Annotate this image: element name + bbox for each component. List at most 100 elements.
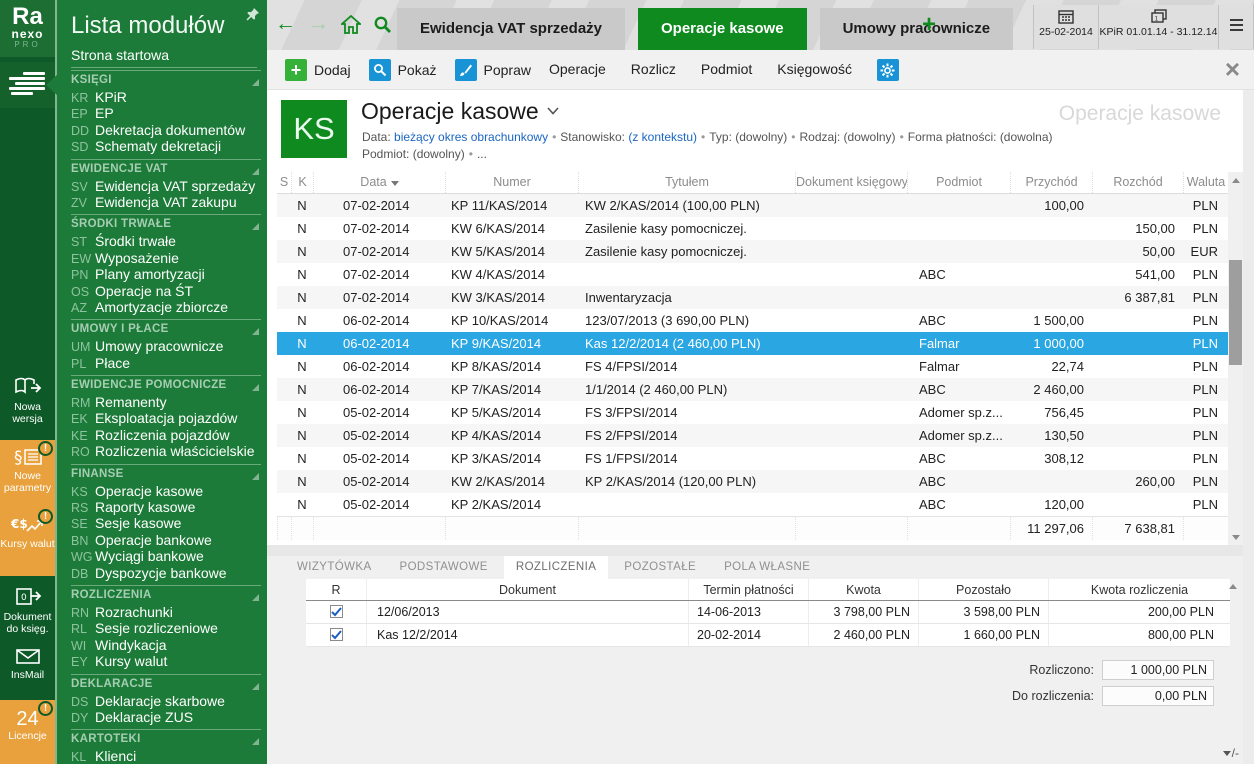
detail-table-row[interactable]: Kas 12/2/201420-02-20142 460,00 PLN1 660… — [306, 624, 1230, 647]
detail-table-row[interactable]: 12/06/201314-06-20133 798,00 PLN3 598,00… — [306, 601, 1230, 624]
column-header-data[interactable]: Data — [313, 172, 445, 193]
back-icon[interactable]: ← — [275, 13, 296, 35]
table-row[interactable]: N06-02-2014KP 7/KAS/20141/1/2014 (2 460,… — [277, 378, 1228, 401]
table-row[interactable]: N07-02-2014KW 6/KAS/2014Zasilenie kasy p… — [277, 217, 1228, 240]
sidebar-section-header[interactable]: KSIĘGI — [71, 70, 261, 89]
detail-tab-wizytówka[interactable]: WIZYTÓWKA — [285, 556, 384, 579]
show-icon[interactable] — [369, 59, 391, 81]
vertical-scrollbar[interactable] — [1228, 172, 1243, 545]
detail-tab-rozliczenia[interactable]: ROZLICZENIA — [504, 556, 608, 579]
toolbar-menu-podmiot[interactable]: Podmiot — [701, 61, 752, 77]
sidebar-item-dy[interactable]: DYDeklaracje ZUS — [71, 709, 261, 725]
sidebar-item-ek[interactable]: EKEksploatacja pojazdów — [71, 410, 261, 426]
add-button[interactable]: Dodaj — [314, 62, 351, 78]
sidebar-item-os[interactable]: OSOperacje na ŚT — [71, 283, 261, 299]
column-header-przych-d[interactable]: Przychód — [1010, 172, 1092, 193]
detail-column-header-dokument[interactable]: Dokument — [366, 579, 688, 600]
collapse-panel-control[interactable]: /- — [1223, 746, 1239, 760]
table-row[interactable]: N07-02-2014KW 3/KAS/2014Inwentaryzacja6 … — [277, 286, 1228, 309]
sidebar-item-um[interactable]: UMUmowy pracownicze — [71, 338, 261, 354]
column-header-waluta[interactable]: Waluta — [1183, 172, 1228, 193]
rail-button-nowa-wersja[interactable]: Nowa wersja — [0, 372, 55, 432]
settled-checkbox[interactable] — [330, 628, 343, 641]
filter-value[interactable]: bieżący okres obrachunkowy — [394, 130, 548, 144]
sidebar-item-rn[interactable]: RNRozrachunki — [71, 604, 261, 620]
settled-checkbox[interactable] — [330, 605, 343, 618]
rail-button-kursy-walut[interactable]: ! €$ Kursy walut — [0, 508, 55, 576]
rail-button-insmail[interactable]: InsMail — [0, 644, 55, 692]
home-icon[interactable] — [341, 15, 361, 34]
sidebar-section-header[interactable]: EWIDENCJE POMOCNICZE — [71, 375, 261, 394]
sidebar-item-pl[interactable]: PLPłace — [71, 355, 261, 371]
sidebar-item-ey[interactable]: EYKursy walut — [71, 653, 261, 669]
show-button[interactable]: Pokaż — [398, 62, 437, 78]
table-row[interactable]: N05-02-2014KW 2/KAS/2014KP 2/KAS/2014 (1… — [277, 470, 1228, 493]
column-header-k[interactable]: K — [291, 172, 313, 193]
period-button[interactable]: 1 KPiR 01.01.14 - 31.12.14 — [1098, 5, 1218, 49]
rail-button-licencje[interactable]: ! 24 Licencje — [0, 700, 55, 764]
sidebar-item-ro[interactable]: RORozliczenia właścicielskie — [71, 443, 261, 459]
detail-tab-pozostałe[interactable]: POZOSTAŁE — [612, 556, 708, 579]
sidebar-item-kr[interactable]: KRKPiR — [71, 89, 261, 105]
sidebar-item-sv[interactable]: SVEwidencja VAT sprzedaży — [71, 178, 261, 194]
close-icon[interactable]: × — [1225, 56, 1240, 82]
table-row[interactable]: N05-02-2014KP 5/KAS/2014FS 3/FPSI/2014Ad… — [277, 401, 1228, 424]
tab-ewidencja-vat-sprzeda-y[interactable]: Ewidencja VAT sprzedaży — [397, 8, 625, 50]
table-row[interactable]: N05-02-2014KP 4/KAS/2014FS 2/FPSI/2014Ad… — [277, 424, 1228, 447]
sidebar-item-dd[interactable]: DDDekretacja dokumentów — [71, 122, 261, 138]
detail-tab-podstawowe[interactable]: PODSTAWOWE — [388, 556, 500, 579]
toolbar-menu-operacje[interactable]: Operacje — [549, 61, 606, 77]
column-header-rozch-d[interactable]: Rozchód — [1092, 172, 1183, 193]
sidebar-section-header[interactable]: DEKLARACJE — [71, 674, 261, 693]
sidebar-section-header[interactable]: EWIDENCJE VAT — [71, 159, 261, 178]
add-icon[interactable]: + — [285, 59, 307, 81]
new-tab-button[interactable]: + — [922, 14, 936, 36]
sidebar-item-ks[interactable]: KSOperacje kasowe — [71, 483, 261, 499]
sidebar-item-db[interactable]: DBDyspozycje bankowe — [71, 565, 261, 581]
rail-button-nowe-parametry[interactable]: ! § Nowe parametry — [0, 440, 55, 508]
sidebar-item-strona-startowa[interactable]: Strona startowa — [71, 47, 257, 68]
panel-splitter[interactable] — [267, 545, 1243, 556]
detail-tab-pola-własne[interactable]: POLA WŁASNE — [712, 556, 822, 579]
column-header-numer[interactable]: Numer — [445, 172, 578, 193]
table-row[interactable]: N05-02-2014KP 2/KAS/2014ABC120,00PLN — [277, 493, 1228, 516]
sidebar-section-header[interactable]: ROZLICZENIA — [71, 585, 261, 604]
sidebar-item-pn[interactable]: PNPlany amortyzacji — [71, 266, 261, 282]
sidebar-item-se[interactable]: SESesje kasowe — [71, 515, 261, 531]
detail-column-header-pozosta-o[interactable]: Pozostało — [918, 579, 1048, 600]
detail-column-header-termin-p-atno-ci[interactable]: Termin płatności — [688, 579, 808, 600]
sidebar-item-st[interactable]: STŚrodki trwałe — [71, 233, 261, 249]
edit-button[interactable]: Popraw — [484, 62, 531, 78]
sidebar-item-wi[interactable]: WIWindykacja — [71, 637, 261, 653]
date-button[interactable]: 25-02-2014 — [1033, 5, 1098, 49]
settings-icon[interactable] — [877, 59, 899, 81]
sidebar-section-header[interactable]: KARTOTEKI — [71, 729, 261, 748]
table-row[interactable]: N07-02-2014KP 11/KAS/2014KW 2/KAS/2014 (… — [277, 194, 1228, 217]
edit-icon[interactable] — [455, 59, 477, 81]
table-row[interactable]: N06-02-2014KP 9/KAS/2014Kas 12/2/2014 (2… — [277, 332, 1228, 355]
window-menu-button[interactable] — [1218, 5, 1254, 49]
sidebar-item-rm[interactable]: RMRemanenty — [71, 394, 261, 410]
sidebar-item-ew[interactable]: EWWyposażenie — [71, 250, 261, 266]
sidebar-item-rs[interactable]: RSRaporty kasowe — [71, 499, 261, 515]
sidebar-section-header[interactable]: ŚRODKI TRWAŁE — [71, 214, 261, 233]
sidebar-item-wg[interactable]: WGWyciągi bankowe — [71, 548, 261, 564]
forward-icon[interactable]: → — [308, 13, 329, 35]
table-row[interactable]: N07-02-2014KW 5/KAS/2014Zasilenie kasy p… — [277, 240, 1228, 263]
column-header-dokument-ksi-gowy[interactable]: Dokument księgowy — [795, 172, 907, 193]
sidebar-item-ep[interactable]: EPEP — [71, 105, 261, 121]
sidebar-item-sd[interactable]: SDSchematy dekretacji — [71, 138, 261, 154]
sidebar-item-rl[interactable]: RLSesje rozliczeniowe — [71, 620, 261, 636]
detail-column-header-kwota-rozliczenia[interactable]: Kwota rozliczenia — [1048, 579, 1230, 600]
table-row[interactable]: N06-02-2014KP 8/KAS/2014FS 4/FPSI/2014Fa… — [277, 355, 1228, 378]
page-title[interactable]: Operacje kasowe — [361, 98, 559, 125]
sidebar-item-zv[interactable]: ZVEwidencja VAT zakupu — [71, 194, 261, 210]
sidebar-item-ds[interactable]: DSDeklaracje skarbowe — [71, 693, 261, 709]
tab-operacje-kasowe[interactable]: Operacje kasowe — [638, 8, 807, 50]
column-header-podmiot[interactable]: Podmiot — [907, 172, 1010, 193]
sidebar-item-az[interactable]: AZAmortyzacje zbiorcze — [71, 299, 261, 315]
table-row[interactable]: N07-02-2014KW 4/KAS/2014ABC541,00PLN — [277, 263, 1228, 286]
filter-value[interactable]: (z kontekstu) — [628, 130, 697, 144]
scroll-down-arrow[interactable] — [1228, 529, 1243, 545]
tab-umowy-pracownicze[interactable]: Umowy pracownicze — [820, 8, 1014, 50]
